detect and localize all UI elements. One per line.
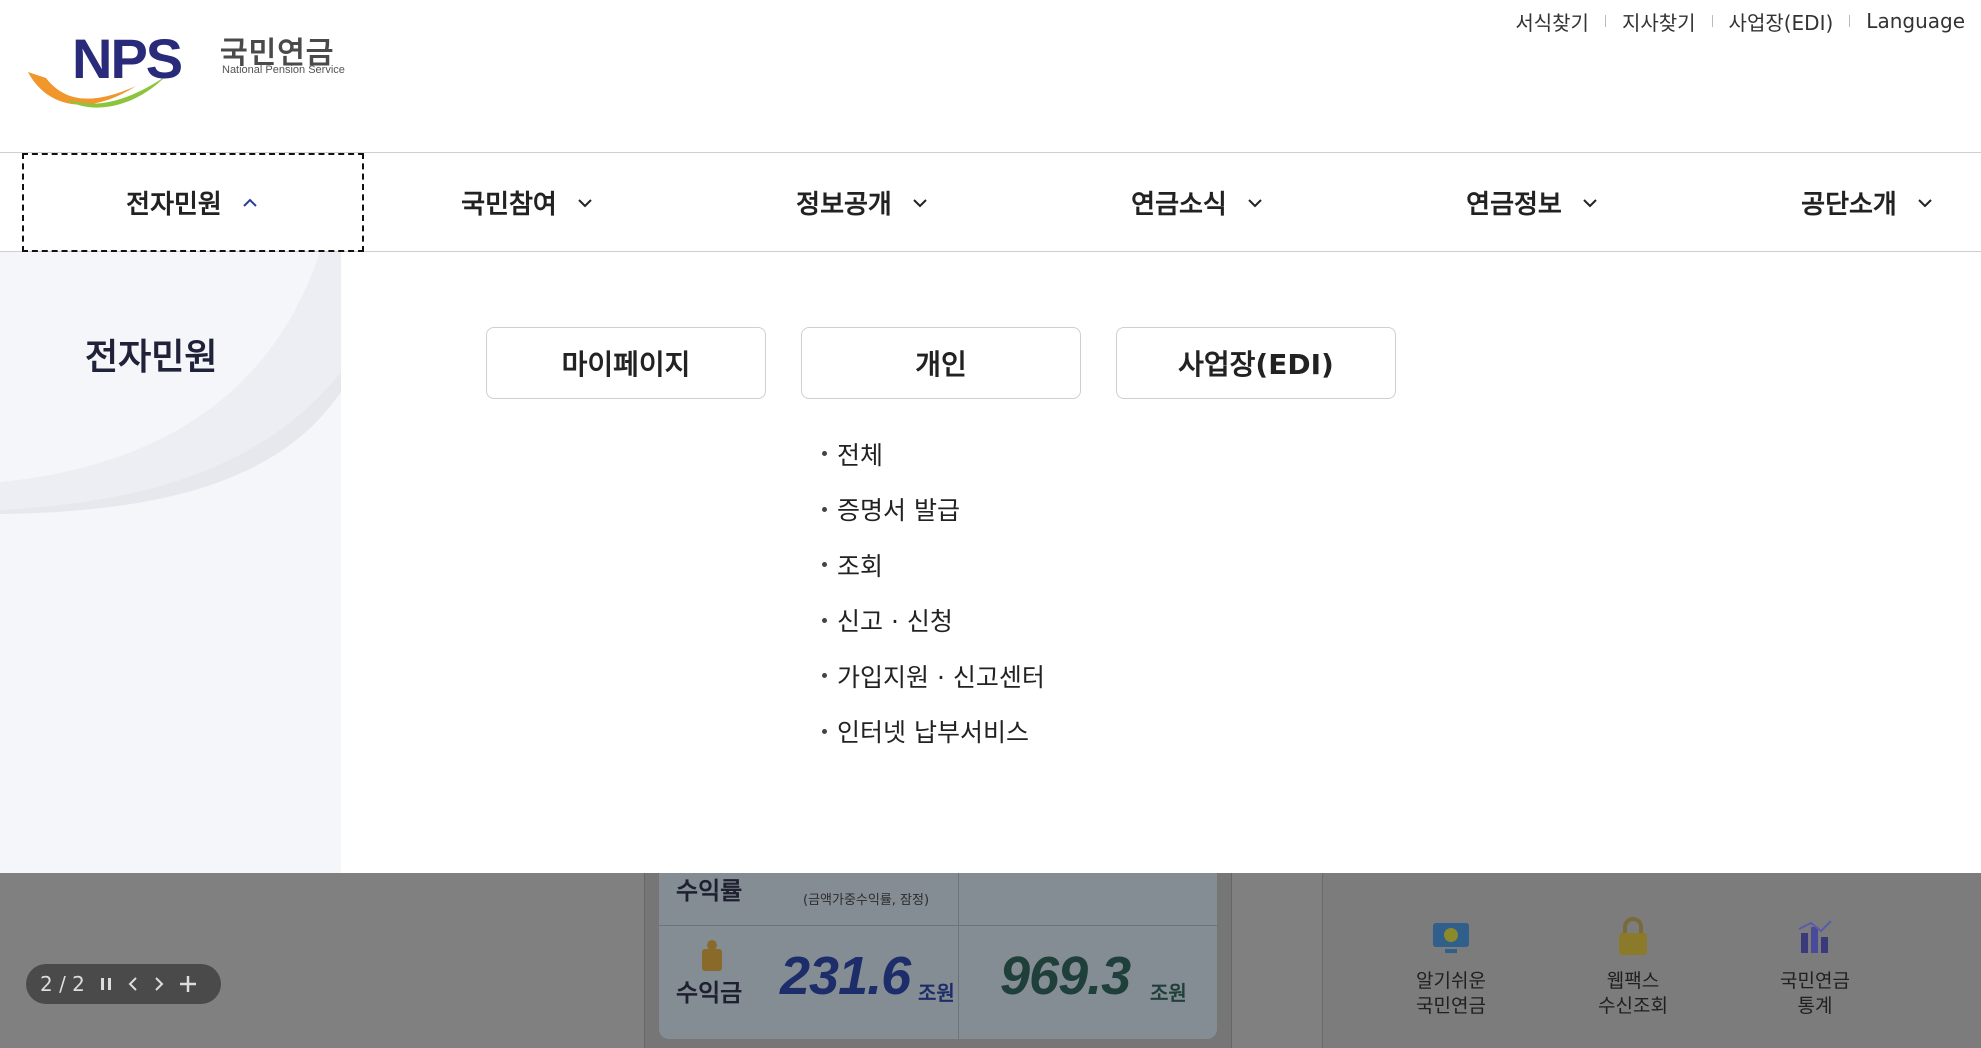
gnb-item-news[interactable]: 연금소식 [1088,153,1308,252]
slide-counter: 2 / 2 [40,972,85,996]
divider [958,873,959,1039]
util-link-edi[interactable]: 사업장(EDI) [1713,7,1850,36]
slide-pager: 2 / 2 [26,964,221,1004]
mega-menu-panel: 전자민원 마이페이지 개인 사업장(EDI) 전체 증명서 발급 조회 신고 ·… [0,252,1981,873]
gnb-label: 연금정보 [1466,190,1562,220]
mypage-button[interactable]: 마이페이지 [486,327,766,399]
logo-mark-text: NPS [72,27,182,90]
mega-menu-sidebar: 전자민원 [0,252,341,873]
divider [659,925,1217,926]
gnb-item-e-civil[interactable]: 전자민원 [22,153,364,252]
personal-button[interactable]: 개인 [801,327,1081,399]
bullet-icon [822,728,827,734]
profit-value-1: 231.6 [780,946,911,1006]
monitor-icon [1429,915,1473,959]
gnb-item-about[interactable]: 공단소개 [1758,153,1978,252]
nps-logo-mark: NPS [28,27,184,108]
plus-icon[interactable] [179,975,197,993]
sub-menu-item[interactable]: 가입지원 · 신고센터 [822,648,1045,704]
gnb-label: 국민참여 [461,190,557,220]
header: NPS 국민연금 National Pension Service 서식찾기 지… [0,0,1981,152]
pause-icon[interactable] [99,976,113,992]
util-link-language[interactable]: Language [1850,9,1981,33]
quick-link-statistics[interactable]: 국민연금 통계 [1745,915,1885,1019]
nps-logo[interactable]: NPS 국민연금 National Pension Service [26,26,366,114]
chevron-down-icon [1248,198,1262,207]
gnb-label: 공단소개 [1801,190,1897,220]
quick-link-easy-pension[interactable]: 알기쉬운 국민연금 [1381,915,1521,1019]
bullet-icon [822,673,827,679]
profit-unit-1: 조원 [918,981,955,1005]
gnb-item-disclosure[interactable]: 정보공개 [753,153,973,252]
money-bag-icon [702,940,722,971]
sub-menu-item[interactable]: 신고 · 신청 [822,593,1045,649]
profit-value-2: 969.3 [1000,946,1131,1006]
chevron-up-icon [243,198,257,207]
sub-menu-item[interactable]: 증명서 발급 [822,482,1045,538]
bullet-icon [822,562,827,568]
stats-inner [659,873,1217,1039]
bullet-icon [822,451,827,457]
bullet-icon [822,617,827,623]
chevron-down-icon [1918,198,1932,207]
util-link-forms[interactable]: 서식찾기 [1499,7,1605,36]
personal-sub-menu: 전체 증명서 발급 조회 신고 · 신청 가입지원 · 신고센터 인터넷 납부서… [822,426,1045,759]
mega-menu-title: 전자민원 [85,337,218,378]
chevron-down-icon [1583,198,1597,207]
rate-label: 수익률 [676,877,743,905]
dimmed-page-content: 2 / 2 수익률 (금액가중수익률, 잠정) 수익금 231.6 조원 969… [0,873,1981,1048]
gnb-item-participation[interactable]: 국민참여 [418,153,638,252]
business-edi-button[interactable]: 사업장(EDI) [1116,327,1396,399]
sub-menu-item[interactable]: 전체 [822,426,1045,482]
sub-menu-item[interactable]: 인터넷 납부서비스 [822,704,1045,760]
lock-icon [1611,915,1655,959]
quick-link-webfax[interactable]: 웹팩스 수신조회 [1563,915,1703,1019]
profit-unit-2: 조원 [1150,981,1187,1005]
gnb-label: 연금소식 [1131,190,1227,220]
chevron-down-icon [913,198,927,207]
chevron-down-icon [578,198,592,207]
utility-links: 서식찾기 지사찾기 사업장(EDI) Language [1499,6,1981,36]
gnb-label: 정보공개 [796,190,892,220]
util-link-branches[interactable]: 지사찾기 [1606,7,1712,36]
global-nav: 전자민원 국민참여 정보공개 연금소식 연금정보 공단소개 [0,152,1981,252]
profit-label: 수익금 [676,979,743,1007]
bullet-icon [822,506,827,512]
gnb-label: 전자민원 [126,190,222,220]
rate-note: (금액가중수익률, 잠정) [803,893,930,908]
chevron-left-icon[interactable] [127,976,139,992]
logo-name-en: National Pension Service [222,64,345,76]
gnb-item-pension-info[interactable]: 연금정보 [1423,153,1643,252]
sub-menu-item[interactable]: 조회 [822,537,1045,593]
chart-icon [1793,915,1837,959]
chevron-right-icon[interactable] [153,976,165,992]
